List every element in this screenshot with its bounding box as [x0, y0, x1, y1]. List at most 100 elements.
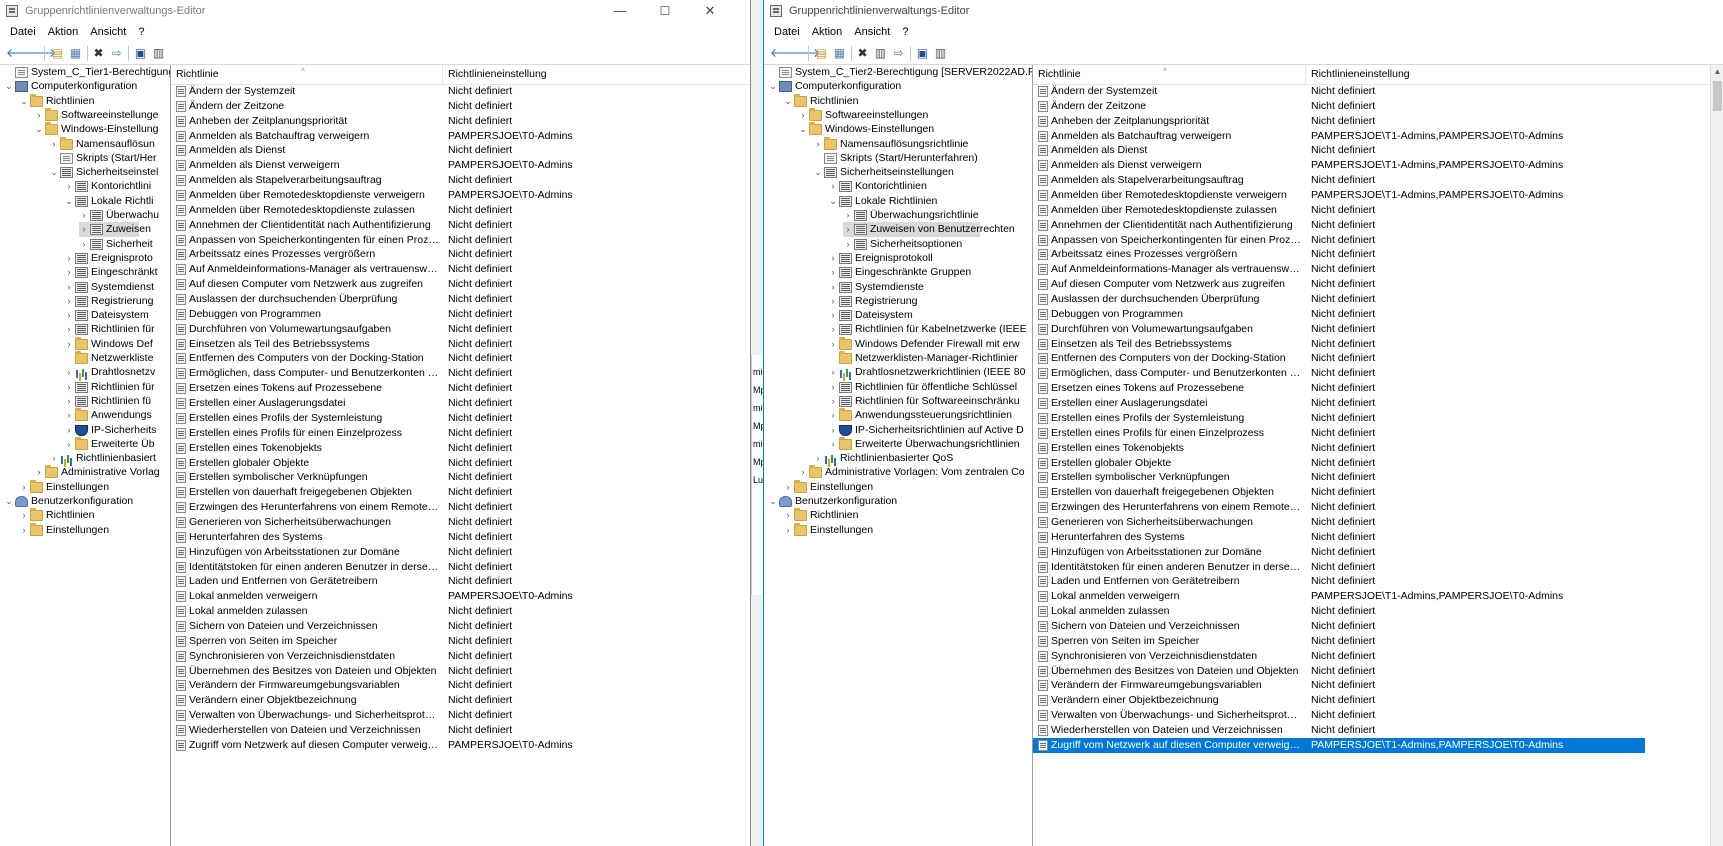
tree-node[interactable]: › Dateisystem [828, 308, 913, 323]
tree-node[interactable]: › Einstellungen [19, 522, 109, 538]
collapse-chevron-icon[interactable]: ⌄ [768, 494, 778, 509]
policy-row[interactable]: Anmelden als Stapelverarbeitungsauftrag N… [1033, 173, 1645, 188]
expand-chevron-icon[interactable]: › [64, 394, 74, 409]
expand-chevron-icon[interactable]: › [64, 280, 74, 295]
policy-row[interactable]: Annehmen der Clientidentität nach Authen… [171, 218, 749, 233]
expand-chevron-icon[interactable]: › [828, 365, 838, 380]
policy-row[interactable]: Erstellen globaler Objekte Nicht definier… [171, 456, 749, 471]
expand-chevron-icon[interactable]: › [828, 423, 838, 438]
tree-node[interactable]: › Kontorichtlinien [828, 179, 927, 194]
forward-icon[interactable]: 🡒 [788, 46, 820, 60]
policy-row[interactable]: Arbeitssatz eines Prozesses vergrößern Ni… [1033, 247, 1645, 262]
column-header-setting[interactable]: Richtlinieneinstellung [1306, 65, 1636, 84]
menu-aktion[interactable]: Aktion [806, 22, 849, 42]
policy-row[interactable]: Sperren von Seiten im Speicher Nicht defi… [171, 634, 749, 649]
policy-row[interactable]: Laden und Entfernen von Gerätetreibern Ni… [171, 574, 749, 589]
policy-row[interactable]: Wiederherstellen von Dateien und Verzeic… [171, 723, 749, 738]
expand-chevron-icon[interactable]: › [828, 408, 838, 423]
expand-chevron-icon[interactable]: › [828, 179, 838, 194]
policy-row[interactable]: Anmelden als Stapelverarbeitungsauftrag N… [171, 173, 749, 188]
expand-chevron-icon[interactable]: › [828, 394, 838, 409]
tree-node[interactable]: ⌄ Windows-Einstellung [34, 122, 158, 137]
expand-chevron-icon[interactable]: › [843, 208, 853, 223]
policy-row[interactable]: Anmelden als Batchauftrag verweigern PAMP… [1033, 129, 1645, 144]
policy-row[interactable]: Erzwingen des Herunterfahrens von einem … [1033, 500, 1645, 515]
menu-ansicht[interactable]: Ansicht [848, 22, 896, 42]
policy-row[interactable]: Auf diesen Computer vom Netzwerk aus zug… [1033, 277, 1645, 292]
back-icon[interactable]: 🡐 [770, 46, 802, 60]
policy-row[interactable]: Verändern einer Objektbezeichnung Nicht d… [171, 693, 749, 708]
expand-chevron-icon[interactable]: › [828, 294, 838, 309]
tree-node[interactable]: › Richtlinienbasierter QoS [813, 451, 953, 466]
tree-node[interactable]: › Eingeschränkt [64, 265, 158, 280]
policy-row[interactable]: Übernehmen des Besitzes von Dateien und … [1033, 664, 1645, 679]
policy-row[interactable]: Erstellen eines Profils der Systemleistu… [1033, 411, 1645, 426]
scroll-thumb[interactable] [1713, 81, 1722, 111]
tree-node[interactable]: › Registrierung [64, 294, 153, 309]
policy-row[interactable]: Auslassen der durchsuchenden Überprüfung… [171, 292, 749, 307]
policy-row[interactable]: Ändern der Systemzeit Nicht definiert [1033, 84, 1645, 99]
expand-chevron-icon[interactable]: › [79, 222, 89, 237]
expand-chevron-icon[interactable]: › [798, 465, 808, 480]
policy-row[interactable]: Debuggen von Programmen Nicht definiert [1033, 307, 1645, 322]
collapse-chevron-icon[interactable]: ⌄ [798, 122, 808, 137]
expand-chevron-icon[interactable]: › [828, 308, 838, 323]
tree-node[interactable]: › Richtlinien fü [64, 394, 151, 409]
tree-node[interactable]: ⌄ Computerkonfiguration [4, 79, 137, 94]
expand-chevron-icon[interactable]: › [64, 251, 74, 266]
collapse-chevron-icon[interactable]: ⌄ [813, 165, 823, 180]
tree-node[interactable]: › Richtlinien für Softwareeinschränku [828, 394, 1020, 409]
tree-node[interactable]: › Namensauflösungsrichtlinie [813, 136, 968, 152]
policy-row[interactable]: Herunterfahren des Systems Nicht definier… [1033, 530, 1645, 545]
expand-chevron-icon[interactable]: › [64, 179, 74, 194]
tree-node[interactable]: › Überwachungsrichtlinie [843, 208, 979, 223]
show-hide-tree-icon[interactable]: ▦ [832, 46, 847, 60]
policy-row[interactable]: Auf diesen Computer vom Netzwerk aus zug… [171, 277, 749, 292]
menu-aktion[interactable]: Aktion [42, 22, 85, 42]
tree-node[interactable]: › Erweiterte Überwachungsrichtlinien [828, 436, 1020, 452]
maximize-button[interactable]: ☐ [645, 0, 685, 22]
column-header-policy[interactable]: Richtlinie ^ [1033, 65, 1306, 84]
tree-node[interactable]: ⌄ Lokale Richtli [64, 194, 153, 209]
policy-row[interactable]: Synchronisieren von Verzeichnisdienstdat… [1033, 649, 1645, 664]
delete-icon[interactable]: ✖ [855, 46, 870, 60]
tree-node[interactable]: › Richtlinien [19, 508, 94, 523]
forward-icon[interactable]: 🡒 [24, 46, 56, 60]
expand-chevron-icon[interactable]: › [798, 108, 808, 123]
policy-row[interactable]: Einsetzen als Teil des Betriebssystems Ni… [1033, 337, 1645, 352]
tree-node[interactable]: › Sicherheitsoptionen [843, 237, 962, 252]
expand-chevron-icon[interactable]: › [828, 265, 838, 280]
tree-node[interactable]: › Administrative Vorlagen: Vom zentralen … [798, 465, 1025, 480]
policy-row[interactable]: Anmelden über Remotedesktopdienste verwe… [171, 188, 749, 203]
menu-ansicht[interactable]: Ansicht [84, 22, 132, 42]
policy-row[interactable]: Hinzufügen von Arbeitsstationen zur Domä… [1033, 545, 1645, 560]
policy-row[interactable]: Erstellen von dauerhaft freigegebenen Ob… [171, 485, 749, 500]
expand-chevron-icon[interactable]: › [64, 294, 74, 309]
policy-row[interactable]: Synchronisieren von Verzeichnisdienstdat… [171, 649, 749, 664]
policy-row[interactable]: Anpassen von Speicherkontingenten für ei… [171, 233, 749, 248]
policy-row[interactable]: Zugriff vom Netzwerk auf diesen Computer… [1033, 737, 1645, 753]
tree-node[interactable]: › Drahtlosnetzv [64, 365, 155, 380]
tree-node[interactable]: › Softwareeinstellungen [798, 107, 928, 123]
expand-chevron-icon[interactable]: › [79, 208, 89, 223]
expand-chevron-icon[interactable]: › [64, 308, 74, 323]
policy-row[interactable]: Ändern der Zeitzone Nicht definiert [171, 99, 749, 114]
policy-row[interactable]: Verwalten von Überwachungs- und Sicherhe… [171, 708, 749, 723]
policy-row[interactable]: Auslassen der durchsuchenden Überprüfung… [1033, 292, 1645, 307]
policy-row[interactable]: Erstellen eines Profils für einen Einzel… [171, 426, 749, 441]
column-header-setting[interactable]: Richtlinieneinstellung [443, 65, 749, 84]
expand-chevron-icon[interactable]: › [19, 508, 29, 523]
tree-node[interactable]: › Systemdienste [828, 280, 924, 295]
expand-chevron-icon[interactable]: › [813, 451, 823, 466]
expand-chevron-icon[interactable]: › [49, 451, 59, 466]
minimize-button[interactable]: — [600, 0, 640, 22]
policy-row[interactable]: Ersetzen eines Tokens auf Prozessebene Ni… [1033, 381, 1645, 396]
tree-node[interactable]: › Windows Def [64, 336, 153, 352]
policy-row[interactable]: Verändern der Firmwareumgebungsvariablen… [1033, 678, 1645, 693]
policy-row[interactable]: Ermöglichen, dass Computer- und Benutzer… [1033, 366, 1645, 381]
up-folder-icon[interactable]: ▤ [814, 46, 829, 60]
tree-node[interactable]: › Richtlinien für Kabelnetzwerke (IEEE [828, 322, 1027, 337]
policy-row[interactable]: Anmelden als Batchauftrag verweigern PAMP… [171, 129, 749, 144]
tree-node[interactable]: ⌄ Benutzerkonfiguration [4, 494, 133, 509]
help-icon[interactable]: ▣ [133, 46, 148, 60]
